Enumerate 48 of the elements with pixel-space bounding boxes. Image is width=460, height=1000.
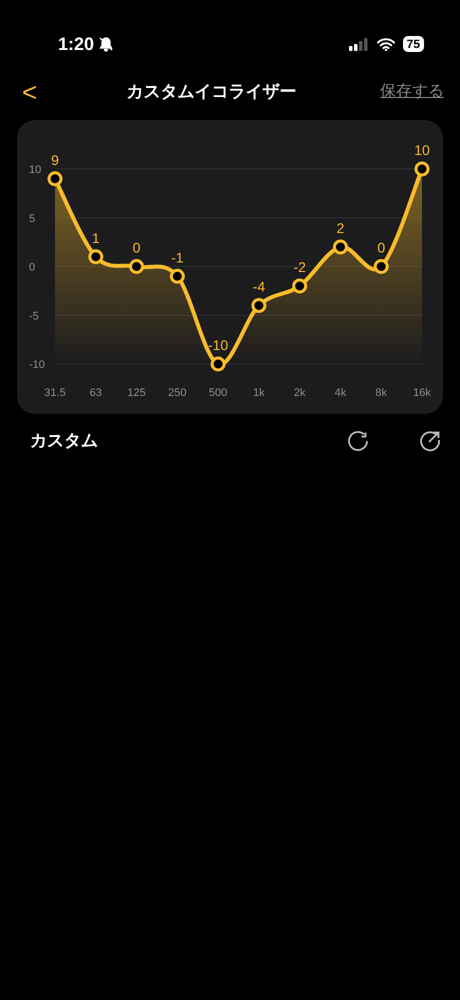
share-button[interactable] — [418, 428, 442, 453]
data-label: -1 — [171, 249, 184, 266]
data-point[interactable] — [251, 298, 266, 313]
y-tick-label: 0 — [29, 262, 36, 274]
page-title: カスタムイコライザー — [126, 81, 297, 104]
data-point[interactable] — [48, 171, 62, 186]
x-tick-label: 2k — [294, 387, 306, 399]
data-label: 10 — [414, 142, 430, 158]
y-tick-label: -10 — [29, 359, 45, 371]
reset-button[interactable] — [346, 428, 370, 453]
wifi-icon — [376, 38, 395, 50]
data-label: 2 — [336, 220, 344, 236]
save-link[interactable]: 保存する — [380, 80, 444, 104]
back-button[interactable]: < — [16, 79, 44, 105]
x-tick-label: 8k — [375, 387, 388, 399]
x-tick-label: 4k — [334, 387, 346, 399]
x-tick-label: 31.5 — [44, 387, 66, 399]
data-label: 0 — [377, 240, 386, 256]
data-point[interactable] — [414, 162, 430, 176]
data-point[interactable] — [210, 356, 226, 372]
data-point[interactable] — [374, 259, 389, 274]
x-tick-label: 63 — [90, 387, 102, 399]
data-point[interactable] — [292, 278, 308, 294]
circle-arrow-icon — [418, 428, 442, 453]
data-label: -10 — [208, 337, 228, 353]
status-time: 1:20 — [58, 32, 94, 56]
x-tick-label: 125 — [127, 387, 146, 399]
preset-name: カスタム — [30, 430, 99, 452]
x-tick-label: 1k — [253, 387, 265, 399]
data-label: -2 — [293, 259, 306, 275]
data-label: 9 — [51, 152, 59, 168]
x-tick-label: 16k — [413, 387, 431, 399]
data-label: 0 — [132, 240, 140, 256]
bell-slash-icon — [98, 36, 114, 52]
data-point[interactable] — [88, 249, 104, 264]
battery-level: 75 — [402, 36, 424, 52]
y-tick-label: 5 — [29, 212, 36, 225]
y-tick-label: -5 — [29, 310, 39, 322]
data-label: 1 — [92, 230, 100, 246]
x-tick-label: 500 — [208, 387, 228, 399]
y-tick-label: 10 — [29, 164, 42, 176]
data-point[interactable] — [170, 268, 185, 284]
circular-arrow-icon — [346, 428, 370, 453]
data-point[interactable] — [332, 240, 348, 254]
x-tick-label: 250 — [168, 387, 187, 399]
data-label: -4 — [252, 278, 266, 294]
data-point[interactable] — [129, 259, 144, 274]
signal-icon — [348, 38, 369, 50]
